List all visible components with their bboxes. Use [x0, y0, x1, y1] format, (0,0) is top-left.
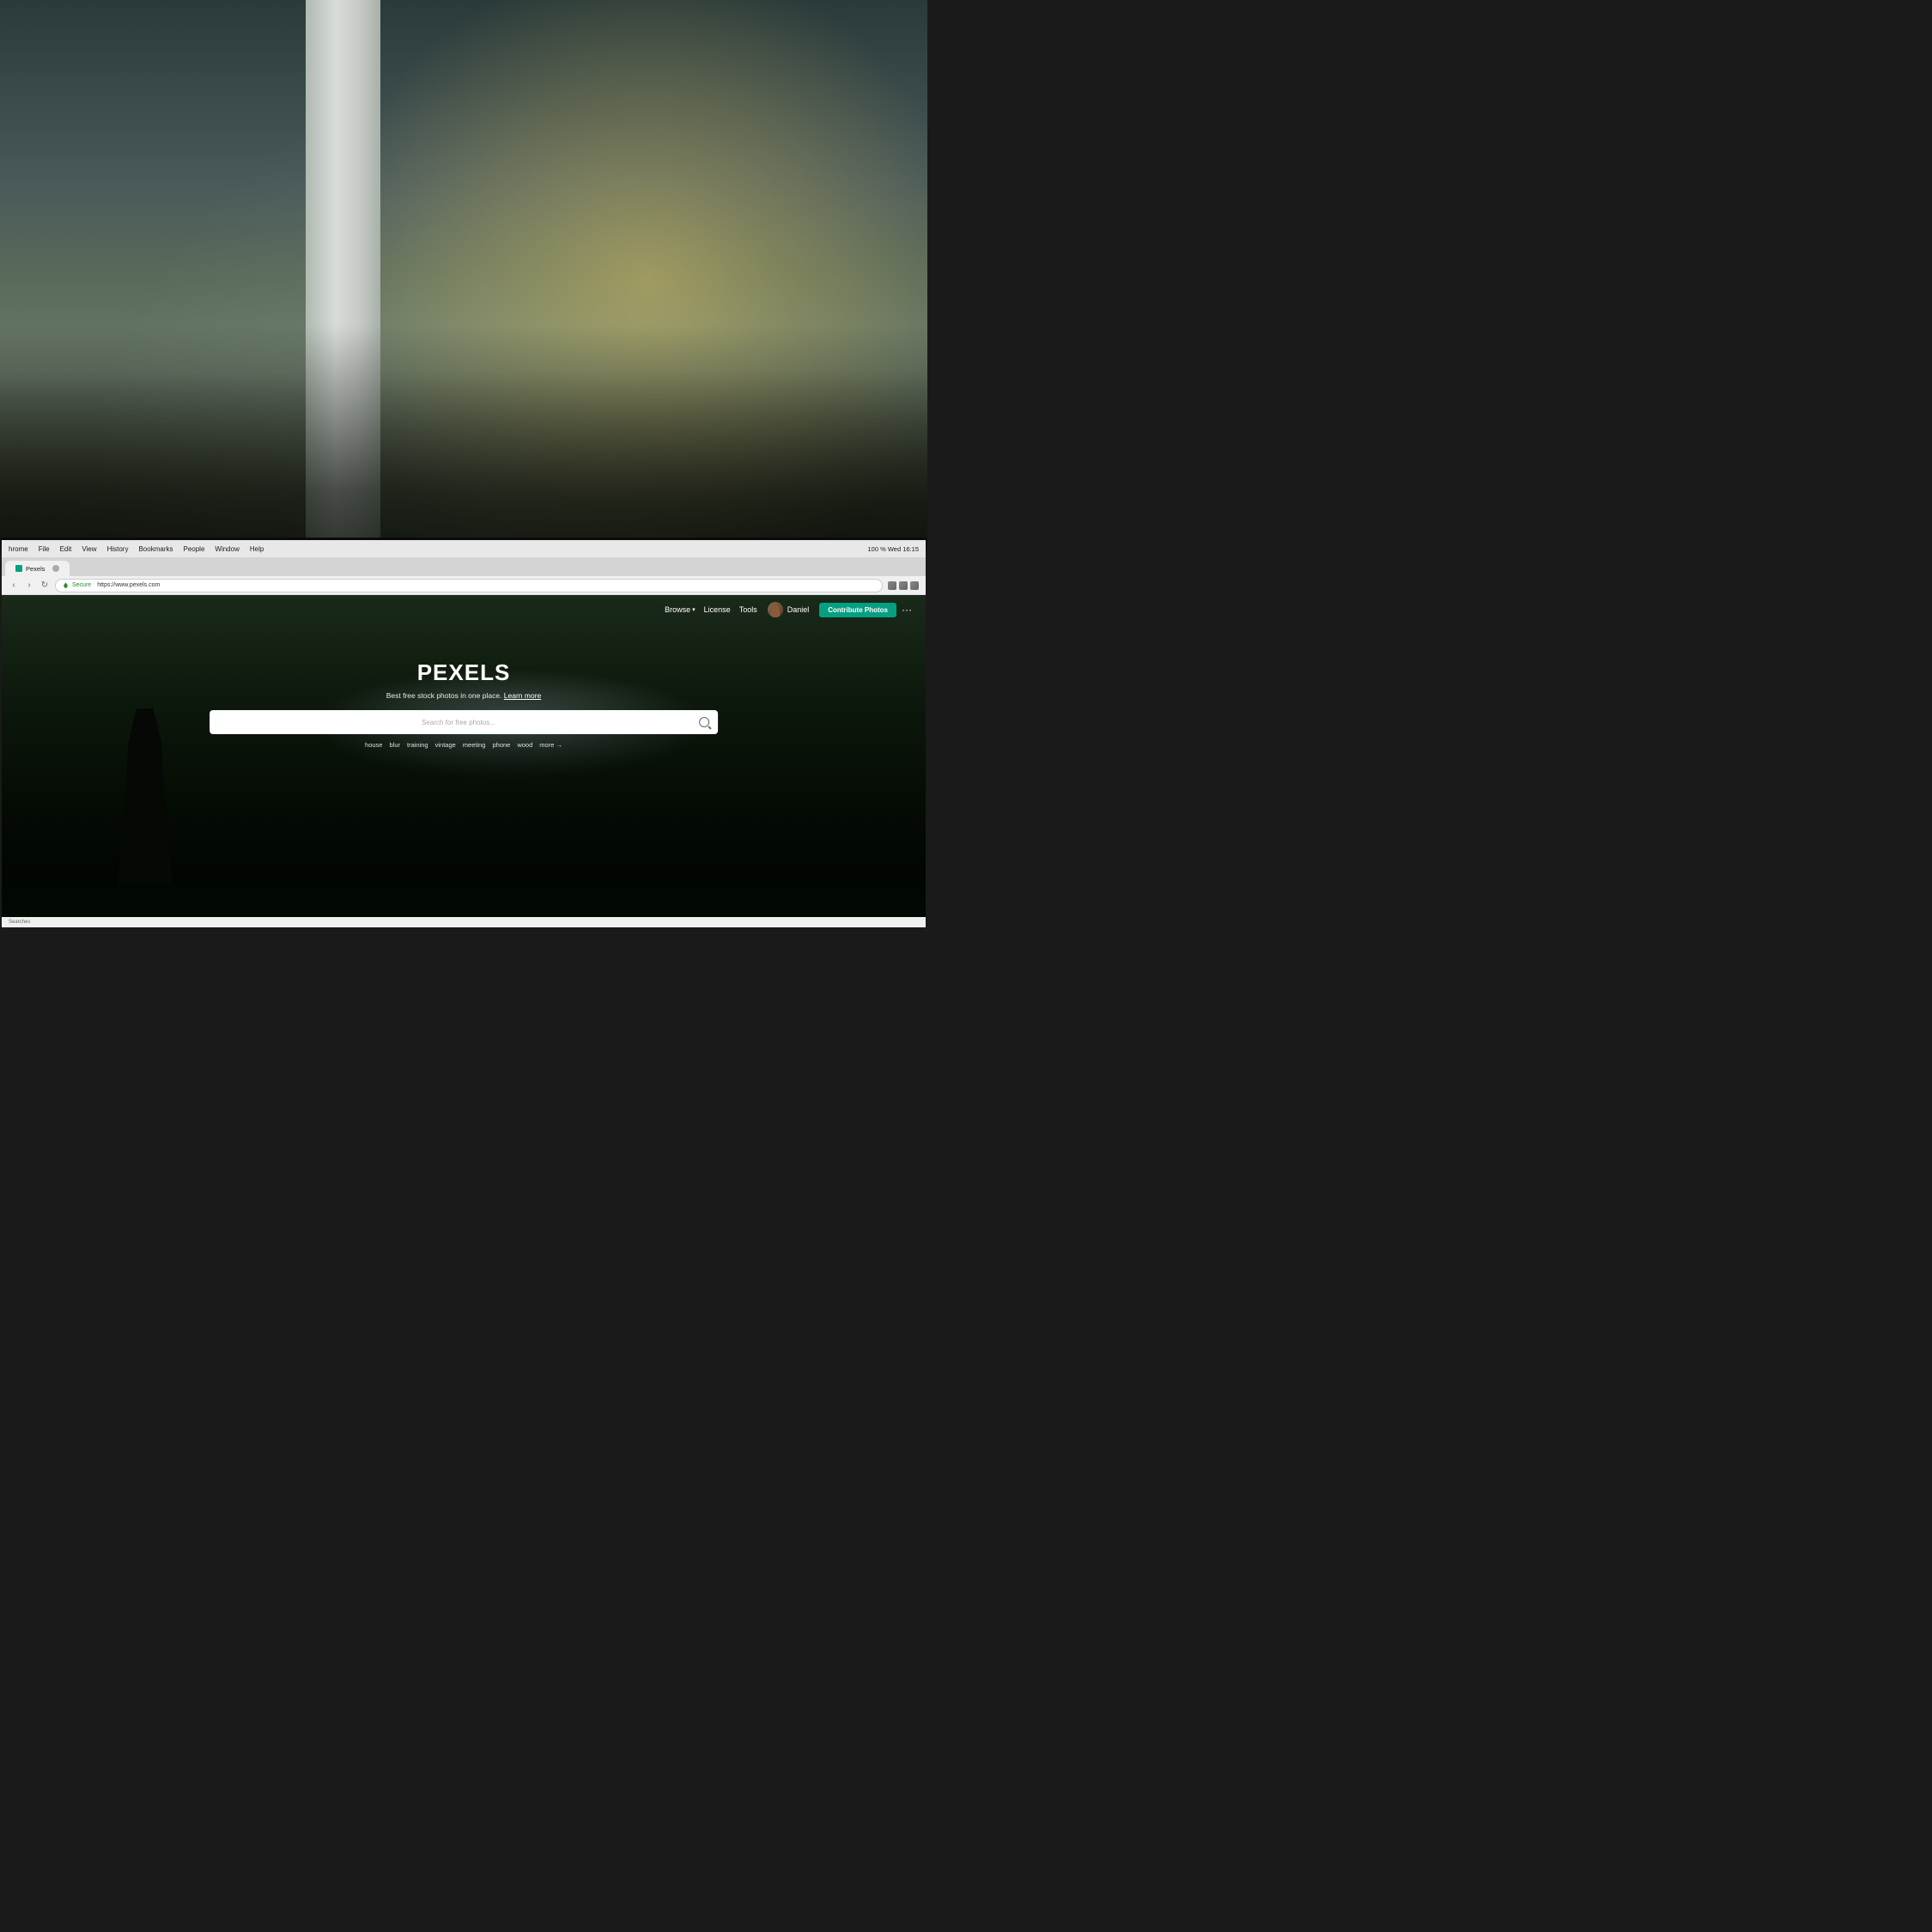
user-avatar[interactable]	[768, 602, 783, 617]
system-status: 100 % Wed 16:15	[868, 545, 920, 553]
menu-history[interactable]: History	[107, 545, 129, 553]
suggestion-blur[interactable]: blur	[389, 741, 400, 749]
reload-button[interactable]: ↻	[39, 580, 50, 591]
url-text: https://www.pexels.com	[97, 582, 160, 588]
menu-chrome: hrome	[9, 545, 28, 553]
search-suggestions: house blur training vintage meeting phon…	[210, 741, 718, 749]
secure-label: Secure	[72, 582, 91, 588]
suggestion-house[interactable]: house	[365, 741, 382, 749]
menu-bookmarks[interactable]: Bookmarks	[138, 545, 173, 553]
profile-icon[interactable]	[910, 581, 919, 590]
tab-bar: Pexels	[2, 557, 926, 576]
extensions-icon[interactable]	[899, 581, 908, 590]
tab-favicon	[15, 565, 22, 572]
pexels-logo: PEXELS	[210, 659, 718, 686]
menu-edit[interactable]: Edit	[60, 545, 72, 553]
tools-nav-item[interactable]: Tools	[739, 605, 757, 614]
menu-help[interactable]: Help	[250, 545, 264, 553]
person-body	[117, 708, 173, 885]
suggestion-meeting[interactable]: meeting	[463, 741, 486, 749]
tab-close-button[interactable]	[52, 565, 59, 572]
pexels-website: Browse ▾ License Tools Daniel Contribute…	[2, 595, 926, 917]
back-button[interactable]: ‹	[9, 580, 19, 591]
monitor-bezel: hrome File Edit View History Bookmarks P…	[0, 538, 927, 927]
search-icon	[699, 717, 709, 727]
subtitle-text: Best free stock photos in one place.	[386, 691, 502, 700]
more-suggestions-link[interactable]: more →	[539, 741, 562, 749]
browser-status-bar: Searches	[2, 917, 926, 927]
hero-subtitle: Best free stock photos in one place. Lea…	[210, 691, 718, 700]
suggestion-vintage[interactable]: vintage	[435, 741, 456, 749]
pexels-navbar: Browse ▾ License Tools Daniel Contribute…	[2, 595, 926, 624]
status-text: Searches	[9, 920, 30, 925]
browse-nav-item[interactable]: Browse ▾	[665, 605, 696, 614]
browser-toolbar-icons	[888, 581, 919, 590]
address-bar: ‹ › ↻ Secure https://www.pexels.com	[2, 576, 926, 595]
menu-view[interactable]: View	[82, 545, 96, 553]
star-icon[interactable]	[888, 581, 896, 590]
menu-window[interactable]: Window	[215, 545, 239, 553]
learn-more-link[interactable]: Learn more	[504, 691, 541, 700]
search-input[interactable]: Search for free photos...	[218, 719, 699, 726]
secure-icon	[63, 582, 69, 588]
monitor-screen: hrome File Edit View History Bookmarks P…	[2, 540, 926, 927]
time-display: 100 % Wed 16:15	[868, 545, 920, 553]
browse-chevron-icon: ▾	[692, 606, 696, 613]
suggestion-phone[interactable]: phone	[492, 741, 510, 749]
license-nav-item[interactable]: License	[704, 605, 731, 614]
menu-people[interactable]: People	[183, 545, 204, 553]
suggestion-wood[interactable]: wood	[517, 741, 532, 749]
address-input[interactable]: Secure https://www.pexels.com	[55, 579, 883, 592]
person-silhouette	[76, 708, 214, 885]
active-tab[interactable]: Pexels	[5, 561, 70, 576]
suggestion-training[interactable]: training	[407, 741, 428, 749]
menu-file[interactable]: File	[39, 545, 50, 553]
search-bar[interactable]: Search for free photos...	[210, 710, 718, 734]
tab-label: Pexels	[26, 565, 46, 573]
hero-content: PEXELS Best free stock photos in one pla…	[210, 659, 718, 749]
mac-menu-bar: hrome File Edit View History Bookmarks P…	[2, 540, 926, 557]
contribute-photos-button[interactable]: Contribute Photos	[819, 603, 896, 617]
forward-button[interactable]: ›	[24, 580, 34, 591]
more-options-icon[interactable]: ···	[902, 604, 912, 616]
browse-label: Browse	[665, 605, 690, 614]
username-label[interactable]: Daniel	[787, 605, 810, 614]
